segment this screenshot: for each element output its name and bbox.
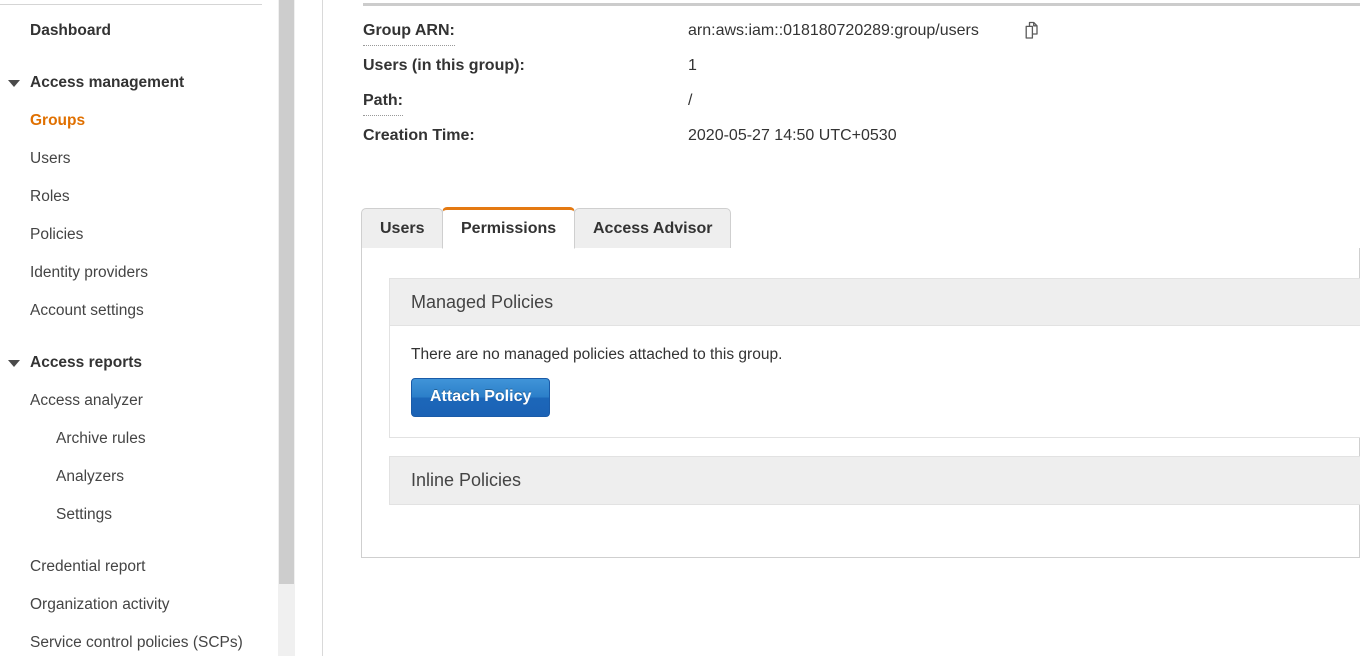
- sidebar-item-label: Organization activity: [30, 596, 170, 613]
- sidebar-item-label: Service control policies (SCPs): [30, 634, 243, 651]
- detail-value: 1: [688, 57, 697, 74]
- sidebar-item-label: Access reports: [30, 354, 143, 371]
- sidebar-item-settings[interactable]: Settings: [0, 496, 262, 534]
- sidebar-item-account-settings[interactable]: Account settings: [0, 292, 262, 330]
- inline-policies-header: Inline Policies: [390, 457, 1360, 504]
- sidebar-item-groups[interactable]: Groups: [0, 102, 262, 140]
- sidebar-item-label: Users: [30, 150, 71, 167]
- sidebar-navigation: Dashboard Access management Groups Users Rol…: [0, 0, 278, 656]
- sidebar-item-roles[interactable]: Roles: [0, 178, 262, 216]
- managed-policies-empty-message: There are no managed policies attached t…: [411, 346, 783, 363]
- detail-label: Path:: [363, 88, 403, 116]
- sidebar-item-archive-rules[interactable]: Archive rules: [0, 420, 262, 458]
- sidebar-item-label: Credential report: [30, 558, 146, 575]
- tab-label: Access Advisor: [593, 220, 713, 237]
- attach-policy-button[interactable]: Attach Policy: [411, 378, 551, 417]
- managed-policies-body: There are no managed policies attached t…: [390, 326, 1360, 437]
- sidebar-item-label: Account settings: [30, 302, 144, 319]
- detail-label: Creation Time:: [363, 127, 475, 144]
- sidebar-item-label: Roles: [30, 188, 70, 205]
- sidebar-item-service-control-policies-scps[interactable]: Service control policies (SCPs): [0, 624, 262, 656]
- detail-row: Group ARN: arn:aws:iam::018180720289:grou…: [363, 18, 1360, 53]
- sidebar-item-label: Archive rules: [56, 430, 146, 447]
- detail-value: 2020-05-27 14:50 UTC+0530: [688, 127, 897, 144]
- detail-label: Group ARN:: [363, 18, 455, 46]
- sidebar-item-access-reports[interactable]: Access reports: [0, 344, 262, 382]
- sidebar-item-dashboard[interactable]: Dashboard: [0, 12, 262, 50]
- sidebar-group-spacer: [0, 50, 262, 64]
- sidebar-item-label: Settings: [56, 506, 113, 523]
- sidebar-top-divider: [0, 4, 262, 5]
- sidebar-item-label: Policies: [30, 226, 84, 243]
- tab-label: Users: [380, 220, 425, 237]
- tab-access-advisor[interactable]: Access Advisor: [574, 208, 732, 249]
- detail-value: arn:aws:iam::018180720289:group/users: [688, 22, 979, 39]
- sidebar-item-access-management[interactable]: Access management: [0, 64, 262, 102]
- sidebar-item-label: Groups: [30, 112, 86, 129]
- tab-users[interactable]: Users: [361, 208, 444, 249]
- sidebar-group-spacer: [0, 534, 262, 548]
- detail-row: Path: /: [363, 88, 1360, 123]
- sidebar-item-label: Dashboard: [30, 22, 111, 39]
- sidebar-item-access-analyzer[interactable]: Access analyzer: [0, 382, 262, 420]
- detail-row: Users (in this group): 1: [363, 53, 1360, 88]
- group-summary-details: Group ARN: arn:aws:iam::018180720289:grou…: [363, 18, 1360, 158]
- permissions-tab-panel: Managed Policies There are no managed po…: [361, 248, 1360, 558]
- tab-bar: Users Permissions Access Advisor: [361, 207, 1360, 249]
- sidebar-item-credential-report[interactable]: Credential report: [0, 548, 262, 586]
- sidebar-item-label: Analyzers: [56, 468, 125, 485]
- tab-permissions[interactable]: Permissions: [442, 207, 576, 249]
- sidebar-nav-list: Dashboard Access management Groups Users Rol…: [0, 12, 262, 656]
- managed-policies-panel: Managed Policies There are no managed po…: [389, 278, 1360, 438]
- detail-row: Creation Time: 2020-05-27 14:50 UTC+0530: [363, 123, 1360, 158]
- sidebar-item-users[interactable]: Users: [0, 140, 262, 178]
- sidebar-item-label: Access management: [30, 74, 185, 91]
- copy-icon[interactable]: [1023, 21, 1041, 40]
- sidebar-item-identity-providers[interactable]: Identity providers: [0, 254, 262, 292]
- inline-policies-panel: Inline Policies: [389, 456, 1360, 505]
- detail-label: Users (in this group):: [363, 57, 525, 74]
- main-content: Group ARN: arn:aws:iam::018180720289:grou…: [323, 0, 1360, 656]
- tab-label: Permissions: [461, 220, 557, 237]
- sidebar-scrollbar-thumb[interactable]: [279, 0, 294, 584]
- chevron-down-icon[interactable]: [8, 80, 20, 87]
- content-top-rule: [363, 3, 1360, 6]
- managed-policies-header: Managed Policies: [390, 279, 1360, 326]
- iam-group-detail-page: Dashboard Access management Groups Users Rol…: [0, 0, 1360, 656]
- sidebar-group-spacer: [0, 330, 262, 344]
- chevron-down-icon[interactable]: [8, 360, 20, 367]
- sidebar-item-policies[interactable]: Policies: [0, 216, 262, 254]
- sidebar-item-label: Access analyzer: [30, 392, 143, 409]
- sidebar-item-analyzers[interactable]: Analyzers: [0, 458, 262, 496]
- detail-value: /: [688, 92, 693, 109]
- sidebar-item-label: Identity providers: [30, 264, 149, 281]
- sidebar-item-organization-activity[interactable]: Organization activity: [0, 586, 262, 624]
